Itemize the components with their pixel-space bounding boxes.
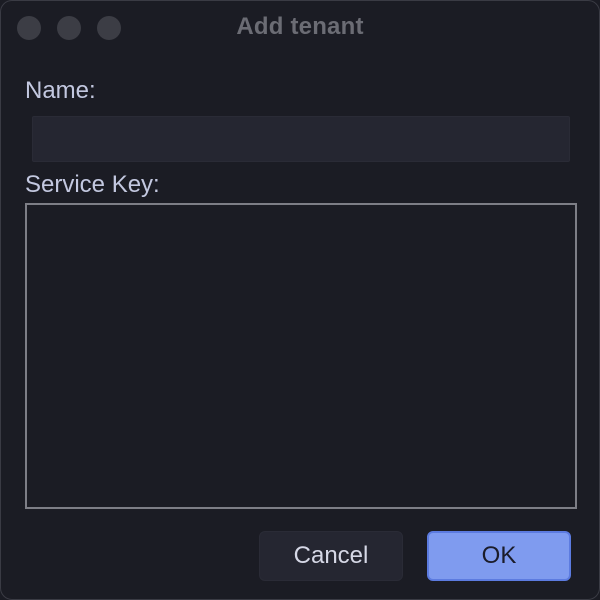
cancel-button[interactable]: Cancel xyxy=(259,531,403,581)
title-bar[interactable]: Add tenant xyxy=(1,1,599,55)
service-key-label: Service Key: xyxy=(25,171,160,198)
ok-button[interactable]: OK xyxy=(427,531,571,581)
name-input[interactable] xyxy=(32,116,570,162)
service-key-textarea[interactable] xyxy=(25,203,577,509)
window-title: Add tenant xyxy=(236,13,364,40)
name-label: Name: xyxy=(25,77,96,104)
add-tenant-dialog: Add tenant Name: Service Key: Cancel OK xyxy=(0,0,600,600)
